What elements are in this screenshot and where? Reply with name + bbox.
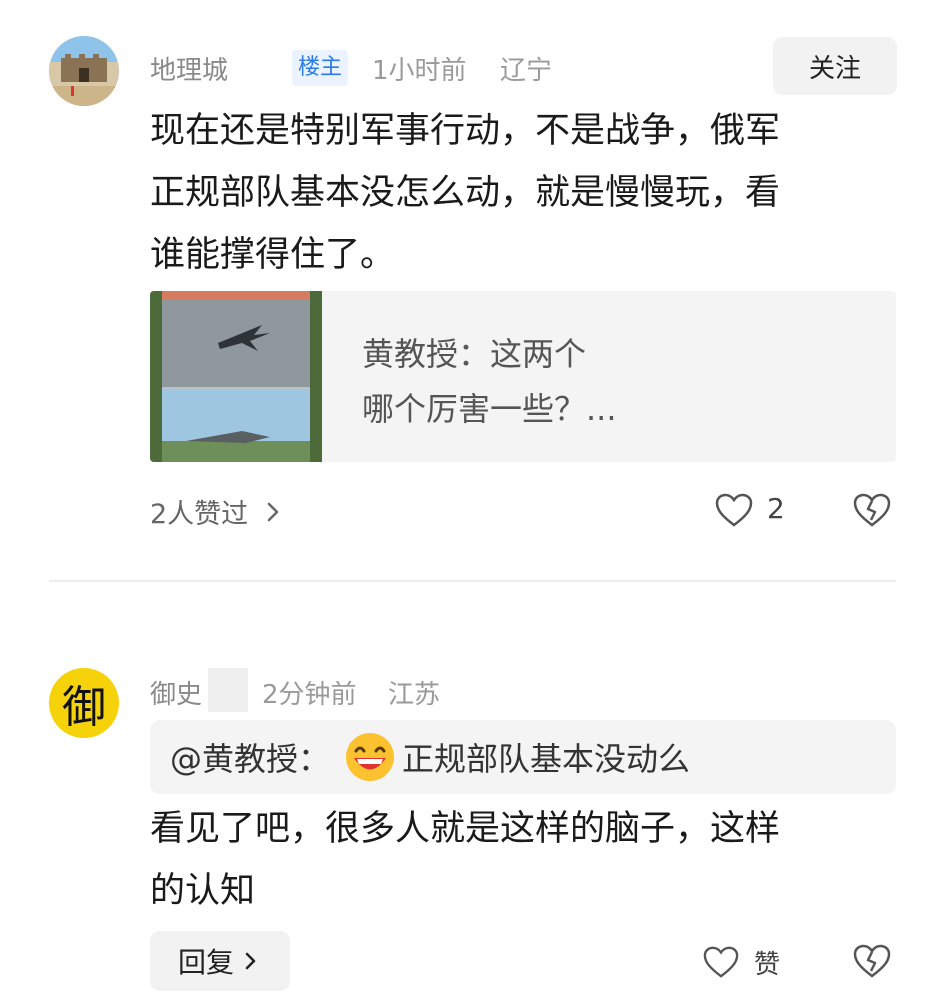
heart-outline-icon	[703, 946, 739, 978]
like-button[interactable]	[714, 491, 754, 529]
username[interactable]: 御史	[150, 674, 202, 711]
like-label: 赞	[754, 950, 781, 980]
divider	[49, 580, 896, 582]
quoted-post-card[interactable]: 黄教授：这两个 哪个厉害一些？...	[150, 291, 896, 462]
comment-line: 正规部队基本没怎么动，就是慢慢玩，看	[150, 173, 781, 213]
grin-emoji-icon	[346, 733, 395, 781]
quoted-line: 黄教授：这两个	[362, 335, 587, 373]
heart-outline-icon	[715, 493, 753, 527]
reply-button[interactable]: 回复	[150, 931, 290, 991]
op-badge: 楼主	[292, 50, 349, 86]
quoted-line: 哪个厉害一些？...	[362, 390, 617, 428]
comment-line: 谁能撑得住了。	[150, 235, 396, 275]
comment-body: 看见了吧，很多人就是这样的脑子，这样 的认知	[150, 798, 780, 922]
avatar-char: 御	[62, 682, 106, 733]
timestamp: 1小时前	[372, 56, 467, 86]
liked-by-text: 2人赞过	[150, 499, 249, 530]
chevron-right-icon	[245, 952, 256, 970]
like-count: 2	[767, 492, 785, 525]
comment-line: 看见了吧，很多人就是这样的脑子，这样	[150, 809, 781, 849]
follow-button[interactable]: 关注	[773, 37, 897, 95]
quoted-post-thumbnail	[150, 291, 322, 462]
dislike-button[interactable]	[852, 942, 892, 980]
like-button[interactable]	[702, 944, 740, 980]
avatar[interactable]	[49, 36, 119, 106]
comment-line: 现在还是特别军事行动，不是战争，俄军	[150, 111, 781, 151]
mention[interactable]: @黄教授：	[170, 734, 330, 780]
dislike-heart-icon	[853, 493, 891, 527]
redaction-block	[208, 668, 248, 712]
avatar[interactable]: 御	[49, 668, 119, 738]
comment-line: 的认知	[150, 871, 256, 911]
dislike-button[interactable]	[852, 491, 892, 529]
timestamp: 2分钟前	[262, 680, 357, 710]
username[interactable]: 地理城	[150, 50, 228, 87]
avatar-photo-icon	[49, 36, 119, 106]
quoted-reply-text: 正规部队基本没动么	[402, 740, 691, 778]
reply-quote[interactable]: @黄教授： 正规部队基本没动么	[150, 720, 896, 794]
quoted-post-text: 黄教授：这两个 哪个厉害一些？...	[362, 327, 682, 437]
liked-by-link[interactable]: 2人赞过	[150, 492, 286, 531]
comment-body: 现在还是特别军事行动，不是战争，俄军 正规部队基本没怎么动，就是慢慢玩，看 谁能…	[150, 100, 780, 286]
chevron-right-icon	[267, 502, 279, 521]
reply-label: 回复	[177, 946, 234, 979]
location: 江苏	[388, 680, 441, 710]
location: 辽宁	[500, 56, 553, 86]
dislike-heart-icon	[853, 944, 891, 978]
jet-thumbnail-icon	[150, 291, 322, 462]
